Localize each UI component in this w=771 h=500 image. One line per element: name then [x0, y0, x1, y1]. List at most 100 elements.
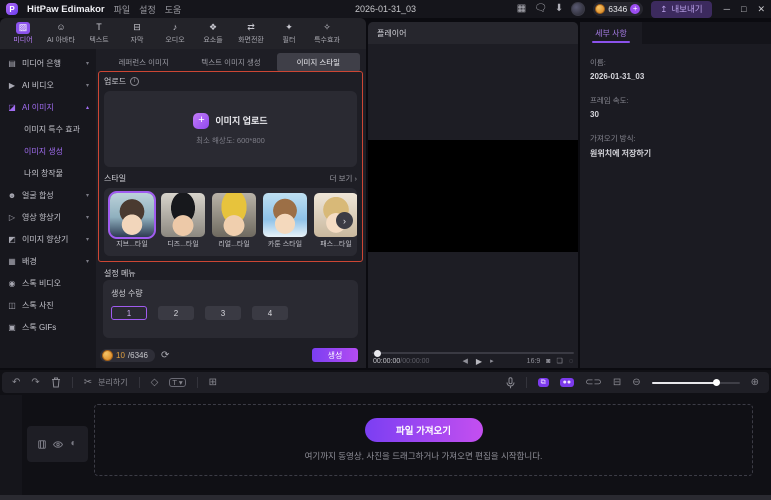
link-clips-icon[interactable]: ⧉: [537, 378, 549, 387]
quantity-option-4[interactable]: 4: [252, 306, 288, 320]
magnet-snap-icon[interactable]: ●●: [559, 378, 575, 387]
sidebar-item-video-enhancer[interactable]: ▷ 영상 향상기 ▾: [0, 206, 96, 228]
style-thumbnail[interactable]: [263, 193, 307, 237]
tab-media[interactable]: ▨ 미디어: [4, 22, 42, 45]
style-option-realistic[interactable]: 리얼...타일: [212, 193, 256, 256]
sidebar-item-image-effects[interactable]: 이미지 특수 효과: [0, 118, 96, 140]
see-more-link[interactable]: 더 보기 ›: [330, 173, 357, 184]
add-credits-icon[interactable]: +: [630, 4, 641, 14]
tab-elements[interactable]: ❖ 요소들: [194, 22, 232, 45]
export-button[interactable]: ↥ 내보내기: [651, 0, 712, 18]
sidebar-item-image-enhancer[interactable]: ◩ 이미지 향상기 ▾: [0, 228, 96, 250]
tab-reference-image[interactable]: 레퍼런스 이미지: [102, 53, 185, 72]
fullscreen-icon[interactable]: ◌: [569, 358, 573, 365]
sidebar-item-image-generation[interactable]: 이미지 생성: [0, 140, 96, 162]
mute-icon[interactable]: ◐: [70, 439, 76, 449]
timeline-zoom-slider[interactable]: [651, 379, 740, 386]
style-thumbnail[interactable]: [161, 193, 205, 237]
video-preview[interactable]: [368, 140, 578, 252]
maximize-button[interactable]: □: [741, 4, 746, 14]
sidebar-item-face-swap[interactable]: ☻ 얼굴 합성 ▾: [0, 184, 96, 206]
scissors-icon[interactable]: ✂: [84, 377, 92, 388]
tab-transitions[interactable]: ⇄ 화면전환: [232, 22, 270, 45]
close-button[interactable]: ✕: [757, 4, 765, 15]
import-file-button[interactable]: 파일 가져오기: [364, 418, 483, 442]
tab-filters[interactable]: ✦ 필터: [270, 22, 308, 45]
timeline-scrollbar[interactable]: [0, 495, 771, 500]
tab-audio[interactable]: ♪ 오디오: [156, 22, 194, 45]
video-icon: ▶: [8, 80, 16, 90]
image-upload-dropzone[interactable]: + 이미지 업로드 최소 해상도: 600*800: [104, 91, 357, 167]
tab-text[interactable]: T 텍스트: [80, 22, 118, 45]
sidebar-item-ai-image[interactable]: ◪ AI 이미지 ▴: [0, 96, 96, 118]
sidebar-item-stock-gifs[interactable]: ▣ 스톡 GIFs: [0, 316, 96, 338]
image-generation-panel: 레퍼런스 이미지 텍스트 이미지 생성 이미지 스타일 업로드 i + 이미지 …: [96, 49, 366, 368]
player-scrubber[interactable]: [372, 349, 574, 357]
add-keyframe-icon[interactable]: ⊞: [209, 377, 217, 388]
plus-icon[interactable]: +: [193, 112, 210, 129]
dropzone-hint: 여기까지 동영상, 사진을 드래그하거나 가져오면 편집을 시작합니다.: [304, 451, 543, 461]
zoom-slider-handle[interactable]: [713, 379, 721, 386]
app-title: HitPaw Edimakor: [27, 3, 105, 15]
info-icon[interactable]: i: [130, 77, 140, 86]
eye-icon[interactable]: [53, 440, 64, 448]
transition-icon: ⇄: [247, 22, 255, 32]
delete-icon[interactable]: [51, 377, 61, 388]
snapshot-icon[interactable]: ◙: [546, 358, 550, 365]
microphone-icon[interactable]: [506, 376, 515, 389]
play-icon[interactable]: ▶: [476, 357, 482, 366]
quantity-option-1[interactable]: 1: [111, 306, 147, 320]
generate-button[interactable]: 생성: [312, 348, 358, 362]
refresh-icon[interactable]: ⟳: [161, 350, 169, 361]
next-frame-icon[interactable]: ▸: [490, 357, 494, 366]
menu-help[interactable]: 도움: [165, 3, 182, 16]
menu-settings[interactable]: 설정: [139, 3, 156, 16]
sidebar-item-my-creations[interactable]: 나의 창작물: [0, 162, 96, 184]
avatar[interactable]: [571, 2, 586, 16]
download-icon[interactable]: ⬇: [555, 4, 563, 14]
fit-screen-icon[interactable]: ❏: [557, 357, 563, 365]
mask-icon[interactable]: ◇: [151, 377, 159, 388]
chevron-down-icon: ▾: [85, 236, 89, 243]
tab-ai-avatar[interactable]: ☺ AI 아바타: [42, 22, 80, 45]
quantity-option-2[interactable]: 2: [158, 306, 194, 320]
sidebar-item-stock-photo[interactable]: ◫ 스톡 사진: [0, 294, 96, 316]
track-header: ◐: [27, 426, 88, 462]
sidebar-item-media-bank[interactable]: ▤ 미디어 은행 ▾: [0, 52, 96, 74]
tab-details[interactable]: 세부 사항: [580, 22, 642, 44]
undo-icon[interactable]: ↶: [12, 377, 20, 388]
style-thumbnail[interactable]: [108, 191, 156, 239]
feedback-icon[interactable]: 🗨: [534, 4, 547, 14]
tab-subtitle[interactable]: ⊟ 자막: [118, 22, 156, 45]
tab-image-style[interactable]: 이미지 스타일: [276, 53, 360, 72]
sidebar-item-ai-video[interactable]: ▶ AI 비디오 ▾: [0, 74, 96, 96]
split-label[interactable]: 분리하기: [98, 377, 127, 388]
minimize-button[interactable]: ─: [724, 4, 730, 14]
next-styles-button[interactable]: ›: [336, 212, 353, 229]
prev-frame-icon[interactable]: ◀: [463, 357, 468, 366]
tab-text-to-image[interactable]: 텍스트 이미지 생성: [189, 53, 272, 72]
text-tool-icon[interactable]: T ▾: [169, 377, 186, 388]
zoom-in-icon[interactable]: ⊕: [751, 377, 759, 388]
aspect-ratio-select[interactable]: 16:9: [527, 358, 541, 365]
video-enhance-icon: ▷: [8, 212, 16, 222]
quantity-option-3[interactable]: 3: [205, 306, 241, 320]
media-dropzone[interactable]: 파일 가져오기 여기까지 동영상, 사진을 드래그하거나 가져오면 편집을 시작…: [94, 404, 753, 476]
sidebar-item-background[interactable]: ▦ 배경 ▾: [0, 250, 96, 272]
style-thumbnail[interactable]: [212, 193, 256, 237]
zoom-out-icon[interactable]: ⊖: [632, 377, 640, 388]
project-title: 2026-01-31_03: [354, 4, 417, 14]
unlink-icon[interactable]: ⊂⊃: [585, 377, 602, 388]
style-option-cartoon[interactable]: 카툰 스타일: [263, 193, 307, 256]
style-option-ghibli[interactable]: 지브...타일: [108, 191, 156, 256]
style-option-disney[interactable]: 디즈...타일: [161, 193, 205, 256]
credits-badge[interactable]: 6346 +: [593, 2, 644, 16]
layout-icon[interactable]: ▦: [517, 4, 526, 14]
fit-timeline-icon[interactable]: ⊟: [613, 377, 621, 388]
highlight-region: 업로드 i + 이미지 업로드 최소 해상도: 600*800 스타일 더 보기…: [98, 71, 363, 262]
redo-icon[interactable]: ↷: [31, 377, 39, 388]
menu-file[interactable]: 파일: [114, 3, 131, 16]
tab-effects[interactable]: ✧ 특수효과: [308, 22, 346, 45]
sidebar-item-stock-video[interactable]: ◉ 스톡 비디오: [0, 272, 96, 294]
chevron-up-icon: ▴: [85, 104, 89, 111]
